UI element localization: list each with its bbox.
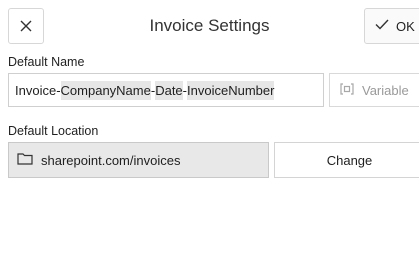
- name-token[interactable]: InvoiceNumber: [187, 80, 275, 100]
- default-name-label: Default Name: [8, 55, 85, 69]
- change-label: Change: [326, 152, 373, 168]
- default-location-label: Default Location: [8, 124, 99, 138]
- check-icon: [375, 17, 389, 35]
- ok-button[interactable]: OK: [364, 8, 419, 44]
- name-token[interactable]: CompanyName: [60, 80, 151, 100]
- variable-label: Variable: [362, 82, 409, 98]
- name-text: Invoice-: [15, 82, 61, 98]
- ok-label: OK: [396, 18, 415, 34]
- header: Invoice Settings OK: [0, 0, 419, 44]
- name-token[interactable]: Date: [155, 80, 183, 100]
- folder-icon: [17, 152, 33, 168]
- default-name-field[interactable]: Invoice- CompanyName - Date - InvoiceNumber: [8, 73, 324, 107]
- change-button[interactable]: Change: [274, 142, 419, 178]
- default-location-field[interactable]: sharepoint.com/invoices: [8, 142, 269, 178]
- variable-icon: [340, 82, 354, 98]
- page-title: Invoice Settings: [149, 16, 270, 35]
- location-path: sharepoint.com/invoices: [41, 152, 181, 168]
- variable-button[interactable]: Variable: [329, 73, 419, 107]
